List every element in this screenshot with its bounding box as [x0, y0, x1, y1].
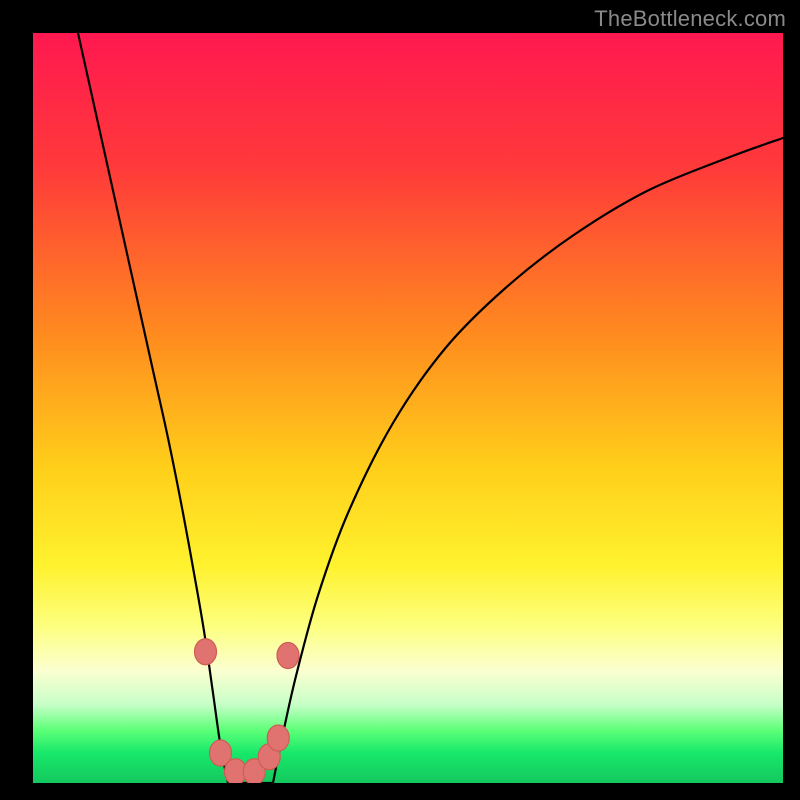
marker-5 — [267, 725, 289, 751]
watermark-text: TheBottleneck.com — [594, 6, 786, 32]
chart-svg — [33, 33, 783, 783]
chart-background — [33, 33, 783, 783]
chart-frame: TheBottleneck.com — [0, 0, 800, 800]
marker-0 — [195, 639, 217, 665]
chart-plot-area — [33, 33, 783, 783]
marker-6 — [277, 643, 299, 669]
